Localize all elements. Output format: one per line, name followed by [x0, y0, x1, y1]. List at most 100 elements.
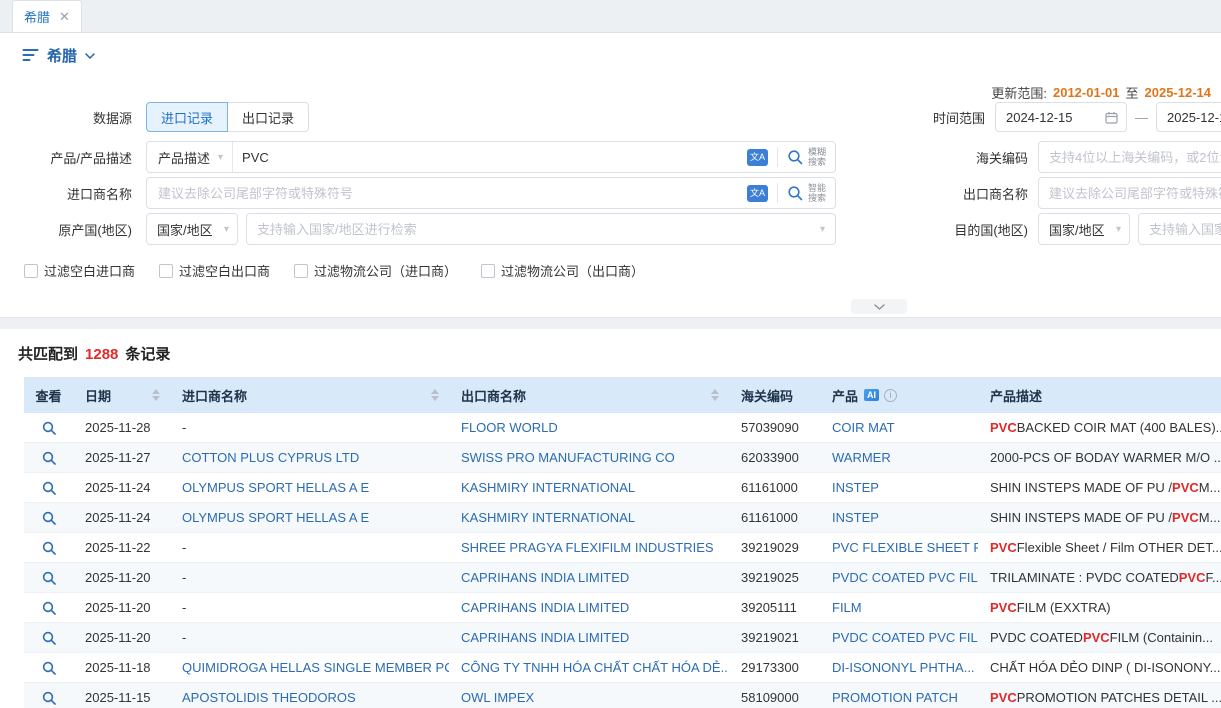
importer-empty: - [182, 600, 186, 615]
product-input[interactable] [233, 150, 743, 165]
list-filter-icon[interactable] [22, 48, 39, 62]
destination-input[interactable] [1138, 213, 1221, 245]
exporter-link[interactable]: CAPRIHANS INDIA LIMITED [461, 570, 629, 585]
product-link[interactable]: COIR MAT [832, 420, 895, 435]
view-detail-icon[interactable] [42, 421, 56, 435]
tab-close-icon[interactable]: ✕ [59, 10, 70, 23]
importer-link[interactable]: OLYMPUS SPORT HELLAS A E [182, 510, 369, 525]
view-detail-icon[interactable] [42, 661, 56, 675]
collapse-panel-button[interactable] [851, 299, 907, 314]
row-importer: OLYMPUS SPORT HELLAS A E [170, 503, 449, 532]
importer-link[interactable]: OLYMPUS SPORT HELLAS A E [182, 480, 369, 495]
date-start-input[interactable]: 2024-12-15 [995, 102, 1127, 132]
date-start-value: 2024-12-15 [1006, 110, 1073, 125]
form-row-origin: 原产国(地区) 国家/地区 ▾ ▾ 目的国(地区) 国家/地区 ▾ [0, 213, 1221, 245]
exporter-link[interactable]: FLOOR WORLD [461, 420, 558, 435]
toolbar: 希腊 [0, 33, 1221, 77]
row-importer: - [170, 623, 449, 652]
translate-icon[interactable]: 文A [747, 185, 768, 202]
tab-greece[interactable]: 希腊 ✕ [12, 0, 82, 32]
translate-icon[interactable]: 文A [747, 149, 768, 166]
origin-input-box: ▾ [246, 213, 836, 245]
product-link[interactable]: PVDC COATED PVC FIL... [832, 570, 978, 585]
view-detail-icon[interactable] [42, 631, 56, 645]
product-field-select-value: 产品描述 [158, 148, 210, 167]
info-icon[interactable]: i [884, 389, 897, 402]
import-records-tab[interactable]: 进口记录 [146, 102, 228, 132]
origin-input[interactable] [257, 222, 820, 237]
filter-logistics-importer-checkbox[interactable]: 过滤物流公司（进口商） [294, 261, 457, 280]
row-description: PVDC COATED PVC FILM (Containin... [978, 623, 1221, 652]
importer-link[interactable]: COTTON PLUS CYPRUS LTD [182, 450, 359, 465]
column-header-date[interactable]: 日期 [73, 377, 170, 413]
view-detail-icon[interactable] [42, 541, 56, 555]
view-detail-icon[interactable] [42, 451, 56, 465]
exporter-link[interactable]: OWL IMPEX [461, 690, 534, 705]
sort-icon[interactable] [431, 389, 441, 401]
product-link[interactable]: WARMER [832, 450, 891, 465]
product-link[interactable]: INSTEP [832, 510, 879, 525]
keyword-highlight: PVC [990, 540, 1017, 555]
chevron-down-icon: ▾ [218, 152, 223, 163]
product-link[interactable]: DI-ISONONYL PHTHA... [832, 660, 975, 675]
exporter-link[interactable]: SWISS PRO MANUFACTURING CO [461, 450, 675, 465]
view-detail-icon[interactable] [42, 511, 56, 525]
sort-icon[interactable] [152, 389, 162, 401]
column-header-exporter[interactable]: 出口商名称 [449, 377, 729, 413]
product-link[interactable]: INSTEP [832, 480, 879, 495]
view-detail-icon[interactable] [42, 601, 56, 615]
product-link[interactable]: PVDC COATED PVC FIL... [832, 630, 978, 645]
product-link[interactable]: PVC FLEXIBLE SHEET F... [832, 540, 978, 555]
importer-empty: - [182, 570, 186, 585]
hs-code-label: 海关编码 [836, 148, 1028, 167]
smart-search-button[interactable]: 智能 搜索 [778, 183, 835, 203]
view-detail-icon[interactable] [42, 571, 56, 585]
row-exporter: CAPRIHANS INDIA LIMITED [449, 593, 729, 622]
importer-link[interactable]: QUIMIDROGA HELLAS SINGLE MEMBER PC [182, 660, 449, 675]
exporter-link[interactable]: CAPRIHANS INDIA LIMITED [461, 600, 629, 615]
row-description: TRILAMINATE : PVDC COATED PVC F... [978, 563, 1221, 592]
form-row-datasource: 数据源 进口记录 出口记录 时间范围 2024-12-15 — 2025-12-… [0, 101, 1221, 133]
chevron-down-icon: ▾ [224, 224, 229, 235]
column-header-importer[interactable]: 进口商名称 [170, 377, 449, 413]
exporter-link[interactable]: SHREE PRAGYA FLEXIFILM INDUSTRIES [461, 540, 714, 555]
filter-blank-importer-checkbox[interactable]: 过滤空白进口商 [24, 261, 135, 280]
row-hs-code: 39219025 [729, 563, 820, 592]
importer-input[interactable] [147, 186, 743, 201]
date-end-input[interactable]: 2025-12-14 [1156, 102, 1221, 132]
row-product: INSTEP [820, 473, 978, 502]
table-row: 2025-11-15APOSTOLIDIS THEODOROSOWL IMPEX… [24, 683, 1221, 708]
column-label: 查看 [35, 386, 61, 405]
description-text: CHẤT HÓA DẺO DINP ( DI-ISONONY... [990, 660, 1220, 675]
product-field-select[interactable]: 产品描述 ▾ [147, 142, 233, 172]
importer-link[interactable]: APOSTOLIDIS THEODOROS [182, 690, 356, 705]
row-view-cell [24, 413, 73, 442]
column-label: 海关编码 [741, 386, 793, 405]
exporter-link[interactable]: CAPRIHANS INDIA LIMITED [461, 630, 629, 645]
chevron-down-icon[interactable]: ▾ [820, 224, 825, 235]
product-link[interactable]: FILM [832, 600, 862, 615]
checkbox-icon [481, 264, 495, 278]
exporter-link[interactable]: KASHMIRY INTERNATIONAL [461, 510, 635, 525]
sort-icon[interactable] [711, 389, 721, 401]
destination-type-select[interactable]: 国家/地区 ▾ [1038, 213, 1130, 245]
table-row: 2025-11-24OLYMPUS SPORT HELLAS A EKASHMI… [24, 473, 1221, 503]
filter-blank-exporter-checkbox[interactable]: 过滤空白出口商 [159, 261, 270, 280]
exporter-input[interactable] [1038, 177, 1221, 209]
keyword-highlight: PVC [1083, 630, 1110, 645]
fuzzy-search-button[interactable]: 模糊 搜索 [778, 147, 835, 167]
product-link[interactable]: PROMOTION PATCH [832, 690, 958, 705]
row-product: PVDC COATED PVC FIL... [820, 563, 978, 592]
export-records-tab[interactable]: 出口记录 [228, 102, 309, 132]
hs-code-input[interactable] [1038, 141, 1221, 173]
view-detail-icon[interactable] [42, 691, 56, 705]
update-range: 更新范围: 2012-01-01 至 2025-12-14 [991, 83, 1211, 102]
row-view-cell [24, 563, 73, 592]
exporter-link[interactable]: CÔNG TY TNHH HÓA CHẤT CHẤT HÓA DẺ... [461, 660, 729, 675]
exporter-link[interactable]: KASHMIRY INTERNATIONAL [461, 480, 635, 495]
origin-type-select[interactable]: 国家/地区 ▾ [146, 213, 238, 245]
filter-logistics-exporter-checkbox[interactable]: 过滤物流公司（出口商） [481, 261, 644, 280]
description-text: FILM (EXXTRA) [1017, 600, 1111, 615]
title-chevron-down-icon[interactable] [85, 53, 95, 59]
view-detail-icon[interactable] [42, 481, 56, 495]
